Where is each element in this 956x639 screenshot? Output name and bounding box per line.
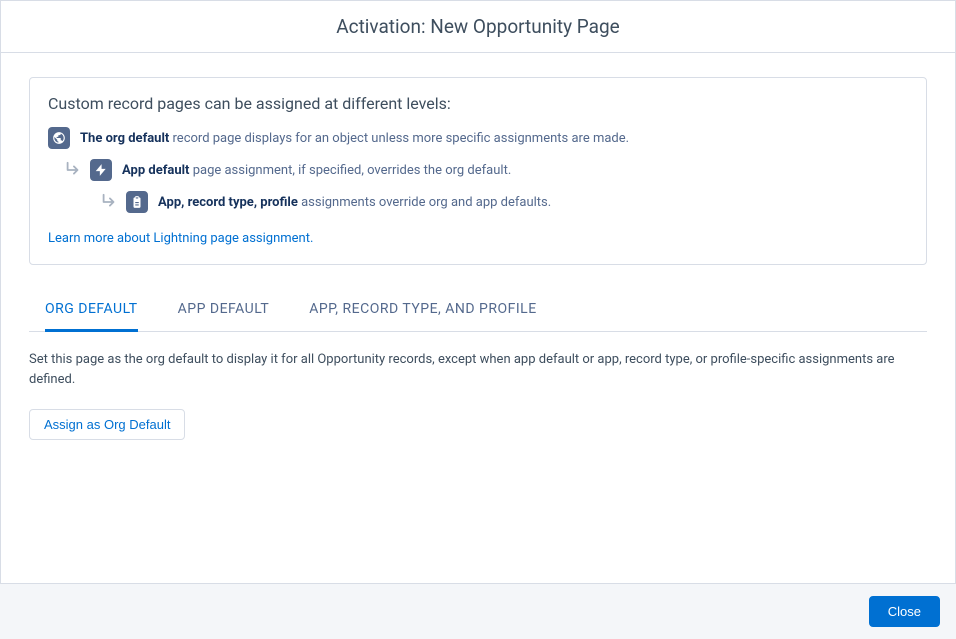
level-app-default: App default page assignment, if specifie… bbox=[64, 159, 908, 181]
close-button[interactable]: Close bbox=[869, 596, 940, 627]
modal-title: Activation: New Opportunity Page bbox=[21, 15, 935, 38]
level-app-record-profile: App, record type, profile assignments ov… bbox=[100, 191, 908, 213]
sub-arrow-icon bbox=[100, 193, 118, 211]
level-bold: App default bbox=[122, 163, 189, 178]
tab-org-default[interactable]: ORG DEFAULT bbox=[45, 289, 138, 332]
modal-header: Activation: New Opportunity Page bbox=[1, 1, 955, 53]
level-rest: assignments override org and app default… bbox=[298, 195, 551, 210]
sub-arrow-icon bbox=[64, 161, 82, 179]
info-box: Custom record pages can be assigned at d… bbox=[29, 77, 927, 265]
tab-content: Set this page as the org default to disp… bbox=[29, 332, 927, 440]
tab-app-record-type-profile[interactable]: APP, RECORD TYPE, AND PROFILE bbox=[309, 289, 536, 332]
level-rest: page assignment, if specified, overrides… bbox=[189, 163, 511, 178]
tab-description: Set this page as the org default to disp… bbox=[29, 350, 927, 389]
assign-org-default-button[interactable]: Assign as Org Default bbox=[29, 409, 185, 440]
lightning-icon bbox=[90, 159, 112, 181]
modal-body: Custom record pages can be assigned at d… bbox=[1, 53, 955, 464]
tab-app-default[interactable]: APP DEFAULT bbox=[178, 289, 270, 332]
level-org-default: The org default record page displays for… bbox=[48, 127, 908, 149]
clipboard-icon bbox=[126, 191, 148, 213]
level-bold: The org default bbox=[80, 131, 169, 146]
level-rest: record page displays for an object unles… bbox=[169, 131, 629, 146]
level-bold: App, record type, profile bbox=[158, 195, 298, 210]
modal-footer: Close bbox=[0, 583, 956, 639]
tabs: ORG DEFAULT APP DEFAULT APP, RECORD TYPE… bbox=[29, 289, 927, 332]
learn-more-link[interactable]: Learn more about Lightning page assignme… bbox=[48, 231, 313, 246]
info-heading: Custom record pages can be assigned at d… bbox=[48, 94, 908, 113]
globe-icon bbox=[48, 127, 70, 149]
